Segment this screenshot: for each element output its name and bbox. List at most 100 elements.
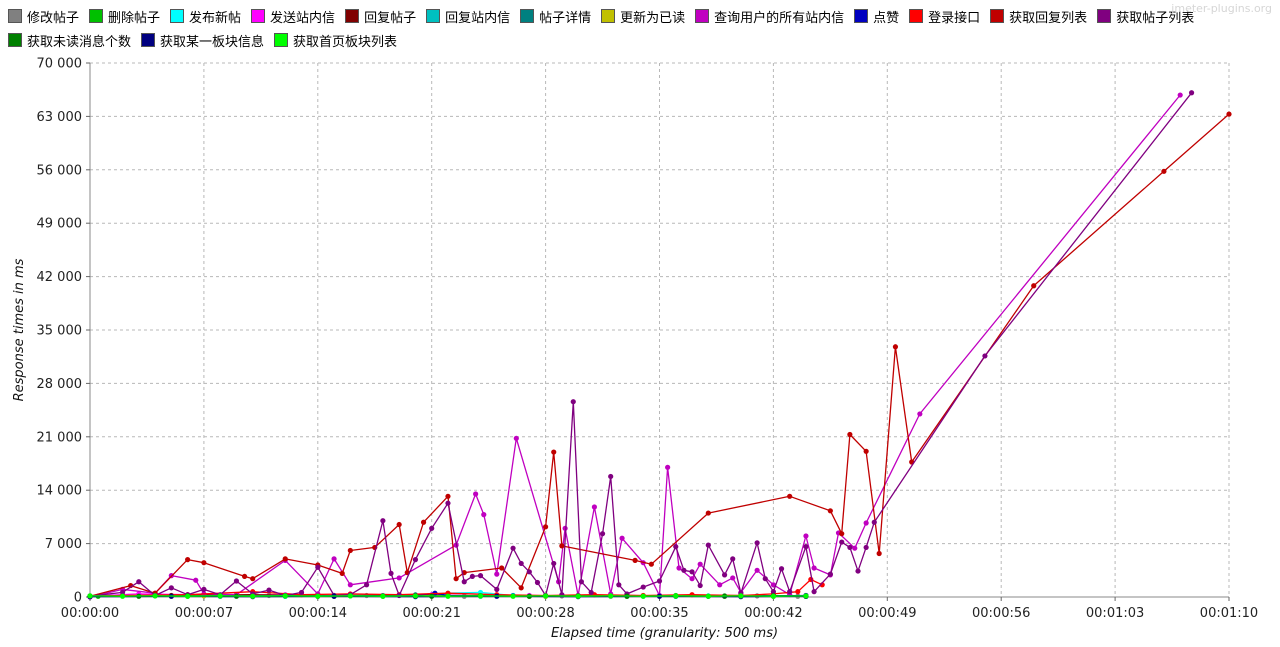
data-point bbox=[876, 550, 882, 557]
data-point bbox=[839, 531, 845, 537]
data-point bbox=[543, 593, 549, 599]
data-point bbox=[282, 556, 288, 562]
data-point bbox=[266, 587, 272, 593]
data-point bbox=[193, 577, 199, 583]
y-tick-label: 35 000 bbox=[37, 324, 83, 339]
data-point bbox=[201, 586, 207, 592]
y-tick-label: 14 000 bbox=[37, 484, 83, 499]
data-point bbox=[676, 565, 682, 571]
data-point bbox=[778, 566, 785, 572]
data-point bbox=[871, 519, 877, 525]
data-point bbox=[578, 579, 584, 585]
data-point bbox=[619, 535, 625, 541]
data-point bbox=[803, 593, 809, 599]
x-axis-title: Elapsed time (granularity: 500 ms) bbox=[551, 626, 778, 641]
data-point bbox=[705, 510, 711, 516]
data-point bbox=[673, 544, 679, 550]
data-point bbox=[445, 500, 451, 506]
data-point bbox=[168, 585, 174, 591]
data-point bbox=[412, 557, 419, 563]
data-point bbox=[518, 585, 524, 591]
data-point bbox=[420, 519, 427, 525]
data-point bbox=[445, 493, 451, 499]
x-tick-label: 00:00:14 bbox=[289, 606, 347, 621]
data-point bbox=[827, 508, 833, 514]
data-point bbox=[787, 589, 793, 595]
y-tick-label: 49 000 bbox=[37, 217, 83, 232]
data-point bbox=[640, 584, 646, 590]
data-point bbox=[1161, 168, 1167, 174]
data-point bbox=[863, 544, 869, 551]
data-point bbox=[429, 525, 435, 531]
y-tick-label: 28 000 bbox=[37, 377, 83, 392]
data-point bbox=[347, 593, 353, 599]
data-point bbox=[803, 533, 809, 539]
data-point bbox=[839, 539, 845, 545]
x-tick-label: 00:00:21 bbox=[403, 606, 461, 621]
y-tick-label: 21 000 bbox=[37, 430, 83, 445]
data-point bbox=[591, 504, 598, 510]
data-point bbox=[656, 578, 663, 584]
data-point bbox=[847, 544, 853, 551]
y-tick-label: 56 000 bbox=[37, 163, 83, 178]
data-point bbox=[339, 570, 345, 576]
data-point bbox=[364, 582, 370, 588]
data-point bbox=[852, 545, 858, 551]
data-point bbox=[87, 593, 93, 599]
x-tick-label: 00:00:28 bbox=[516, 606, 574, 621]
data-point bbox=[917, 411, 923, 417]
data-point bbox=[388, 570, 394, 576]
data-point bbox=[233, 578, 240, 584]
data-point bbox=[185, 593, 191, 599]
data-point bbox=[1177, 92, 1183, 98]
data-point bbox=[632, 557, 638, 563]
x-tick-label: 00:00:49 bbox=[858, 606, 916, 621]
data-point bbox=[298, 589, 305, 596]
data-point bbox=[673, 593, 679, 599]
y-tick-label: 42 000 bbox=[37, 270, 83, 285]
data-point bbox=[469, 573, 475, 580]
data-point bbox=[681, 567, 687, 573]
data-point bbox=[136, 579, 142, 585]
data-point bbox=[510, 545, 516, 551]
x-tick-label: 00:00:35 bbox=[630, 606, 688, 621]
data-point bbox=[754, 567, 760, 573]
data-point bbox=[494, 571, 500, 577]
data-point bbox=[616, 582, 622, 588]
data-point bbox=[331, 556, 337, 562]
data-point bbox=[640, 593, 646, 599]
data-point bbox=[697, 561, 703, 567]
data-point bbox=[648, 561, 654, 567]
data-point bbox=[795, 589, 801, 595]
data-point bbox=[803, 544, 809, 550]
data-point bbox=[982, 353, 988, 359]
data-point bbox=[551, 449, 557, 455]
data-point bbox=[1031, 283, 1037, 289]
data-point bbox=[380, 518, 386, 524]
data-point bbox=[754, 540, 760, 546]
data-point bbox=[892, 344, 899, 350]
data-point bbox=[1188, 90, 1195, 96]
data-point bbox=[855, 568, 861, 574]
data-point bbox=[347, 547, 353, 554]
y-tick-label: 0 bbox=[74, 591, 82, 606]
x-tick-label: 00:00:56 bbox=[972, 606, 1030, 621]
y-axis-title: Response times in ms bbox=[12, 258, 27, 401]
x-tick-label: 00:00:07 bbox=[175, 606, 233, 621]
data-point bbox=[762, 576, 768, 582]
data-point bbox=[250, 593, 256, 599]
data-point bbox=[315, 564, 321, 570]
data-point bbox=[689, 569, 695, 575]
data-point bbox=[863, 448, 869, 454]
data-point bbox=[787, 493, 793, 499]
data-point bbox=[608, 473, 614, 480]
data-point bbox=[721, 572, 728, 578]
data-point bbox=[588, 589, 594, 596]
data-point bbox=[152, 593, 158, 599]
y-tick-label: 70 000 bbox=[37, 57, 83, 72]
data-point bbox=[689, 576, 695, 582]
data-point bbox=[217, 593, 223, 599]
x-tick-label: 00:00:00 bbox=[61, 606, 119, 621]
data-point bbox=[717, 582, 723, 588]
data-point bbox=[282, 593, 288, 599]
